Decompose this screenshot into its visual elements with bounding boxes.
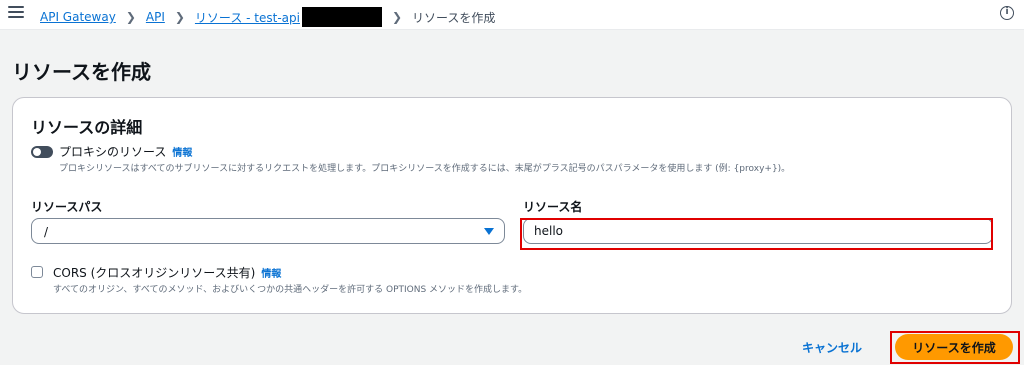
panel-title: リソースの詳細 <box>31 118 143 137</box>
breadcrumb: API Gateway ❯ API ❯ リソース - test-api ❯ リソ… <box>40 7 495 27</box>
resource-details-panel: リソースの詳細 プロキシのリソース 情報 プロキシリソースはすべてのサブリソースに… <box>12 97 1012 314</box>
resource-name-label: リソース名 <box>523 200 583 214</box>
cors-label: CORS (クロスオリジンリソース共有) 情報 <box>53 264 281 281</box>
hamburger-menu-icon[interactable] <box>8 6 24 22</box>
breadcrumb-current: リソースを作成 <box>412 10 496 25</box>
proxy-info-link[interactable]: 情報 <box>172 148 192 159</box>
resource-path-value: / <box>44 225 49 239</box>
resource-path-select[interactable]: / <box>31 218 505 244</box>
proxy-resource-text: プロキシのリソース <box>59 145 167 159</box>
cors-info-link[interactable]: 情報 <box>261 269 281 280</box>
cors-checkbox[interactable] <box>31 266 43 278</box>
breadcrumb-resources[interactable]: リソース - test-api <box>195 9 300 26</box>
proxy-resource-label: プロキシのリソース 情報 <box>59 143 192 160</box>
page-title: リソースを作成 <box>12 60 151 84</box>
breadcrumb-api[interactable]: API <box>146 10 165 24</box>
cors-text: CORS (クロスオリジンリソース共有) <box>53 266 256 280</box>
chevron-right-icon: ❯ <box>125 10 136 24</box>
chevron-right-icon: ❯ <box>174 10 185 24</box>
info-circle-icon[interactable]: i <box>1000 6 1014 20</box>
resource-name-input[interactable] <box>523 218 993 244</box>
resource-path-label: リソースパス <box>31 200 103 214</box>
proxy-resource-toggle[interactable] <box>31 146 53 158</box>
top-navigation-bar: API Gateway ❯ API ❯ リソース - test-api ❯ リソ… <box>0 0 1024 30</box>
redacted-block <box>301 7 382 27</box>
create-resource-button[interactable]: リソースを作成 <box>895 334 1013 360</box>
cancel-button[interactable]: キャンセル <box>802 339 862 356</box>
chevron-right-icon: ❯ <box>391 10 403 24</box>
caret-down-icon <box>484 228 494 235</box>
proxy-description: プロキシリソースはすべてのサブリソースに対するリクエストを処理します。プロキシリ… <box>59 164 791 174</box>
breadcrumb-api-gateway[interactable]: API Gateway <box>40 10 116 24</box>
cors-description: すべてのオリジン、すべてのメソッド、およびいくつかの共通ヘッダーを許可する OP… <box>53 285 528 295</box>
